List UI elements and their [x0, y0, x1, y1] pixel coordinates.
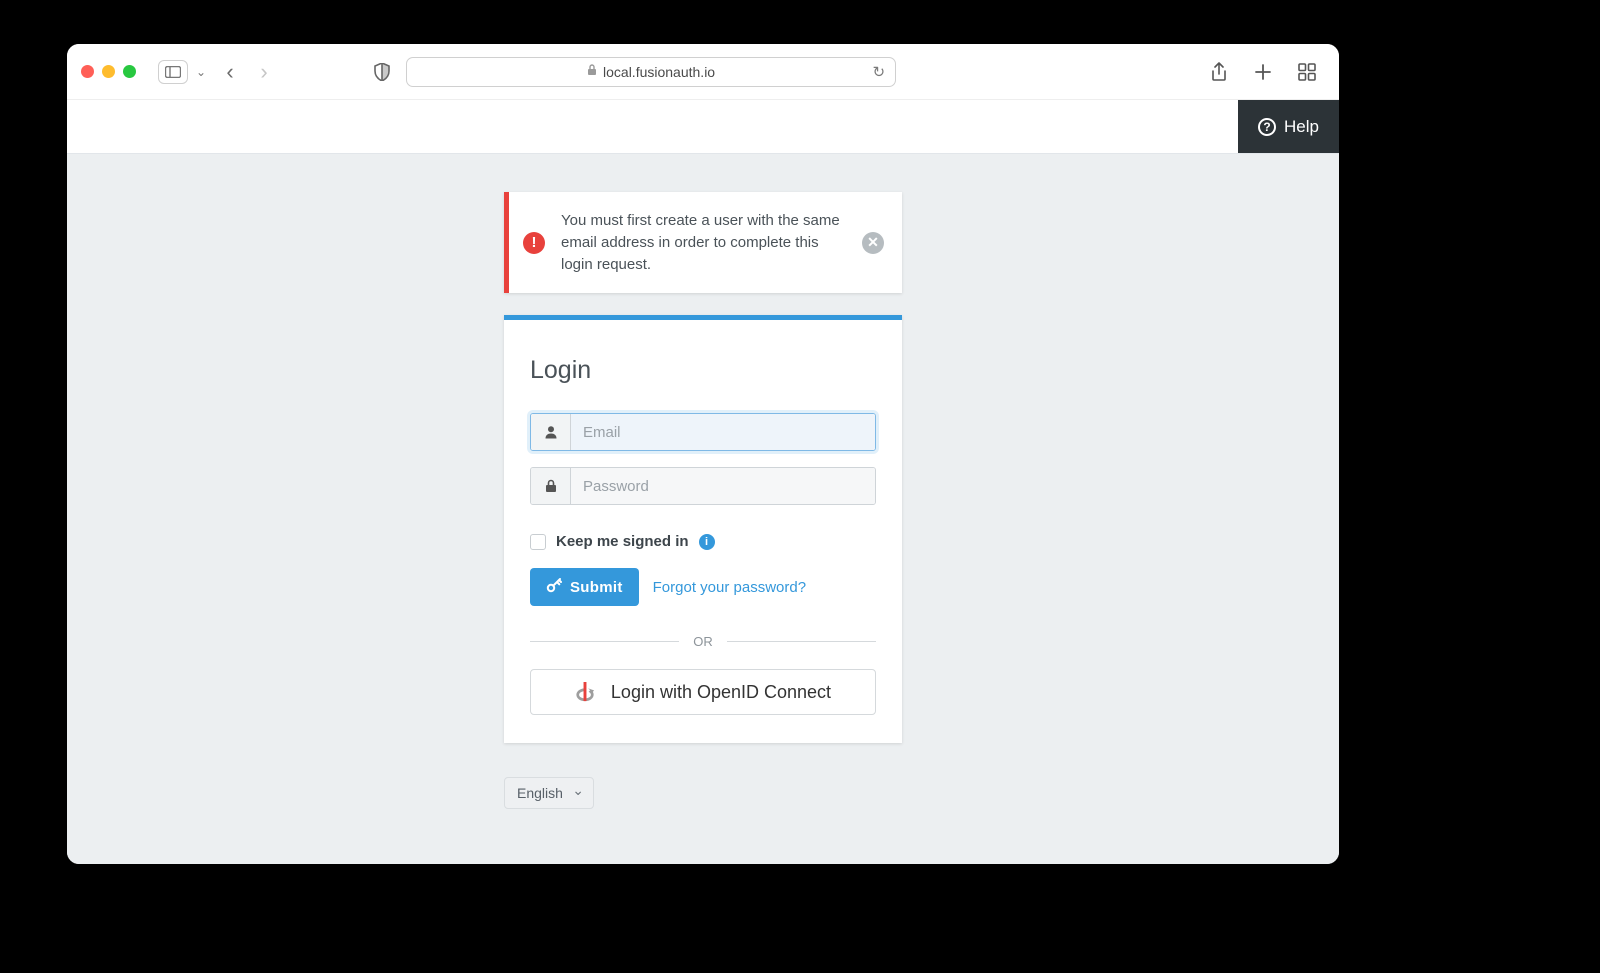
- language-row: English: [504, 777, 902, 809]
- back-button[interactable]: ‹: [216, 58, 244, 86]
- close-window-button[interactable]: [81, 65, 94, 78]
- lock-icon: [587, 64, 597, 79]
- main-content: ! You must first create a user with the …: [67, 154, 1339, 809]
- privacy-shield-icon[interactable]: [368, 58, 396, 86]
- address-text: local.fusionauth.io: [603, 64, 715, 80]
- new-tab-button[interactable]: [1249, 58, 1277, 86]
- login-panel: Login Keep me signed in i: [504, 315, 902, 743]
- user-icon: [531, 414, 571, 450]
- key-icon: [546, 577, 562, 597]
- lock-icon: [531, 468, 571, 504]
- openid-icon: [575, 680, 595, 704]
- email-input[interactable]: [571, 414, 875, 450]
- maximize-window-button[interactable]: [123, 65, 136, 78]
- tab-group-dropdown[interactable]: ⌄: [196, 65, 206, 79]
- password-field-row: [530, 467, 876, 505]
- email-field-row: [530, 413, 876, 451]
- oidc-label: Login with OpenID Connect: [611, 682, 831, 703]
- password-input[interactable]: [571, 468, 875, 504]
- browser-window: ⌄ ‹ › local.fusionauth.io ↻: [67, 44, 1339, 864]
- forward-button[interactable]: ›: [250, 58, 278, 86]
- keep-signed-checkbox[interactable]: [530, 534, 546, 550]
- keep-signed-row: Keep me signed in i: [530, 533, 876, 550]
- divider-label: OR: [693, 634, 713, 649]
- alert-close-button[interactable]: ✕: [862, 232, 884, 254]
- login-actions: Submit Forgot your password?: [530, 568, 876, 606]
- info-icon[interactable]: i: [699, 534, 715, 550]
- alert-icon: !: [523, 232, 545, 254]
- language-select[interactable]: English: [504, 777, 594, 809]
- share-button[interactable]: [1205, 58, 1233, 86]
- help-icon: ?: [1258, 118, 1276, 136]
- reload-button[interactable]: ↻: [872, 63, 885, 81]
- sidebar-toggle-button[interactable]: [158, 60, 188, 84]
- error-alert: ! You must first create a user with the …: [504, 192, 902, 293]
- browser-toolbar: ⌄ ‹ › local.fusionauth.io ↻: [67, 44, 1339, 100]
- submit-button[interactable]: Submit: [530, 568, 639, 606]
- help-label: Help: [1284, 117, 1319, 137]
- forgot-password-link[interactable]: Forgot your password?: [653, 579, 806, 596]
- submit-label: Submit: [570, 579, 623, 596]
- or-divider: OR: [530, 634, 876, 649]
- tab-overview-button[interactable]: [1293, 58, 1321, 86]
- minimize-window-button[interactable]: [102, 65, 115, 78]
- address-bar[interactable]: local.fusionauth.io ↻: [406, 57, 896, 87]
- app-topbar: ? Help: [67, 100, 1339, 154]
- page-viewport: ? Help ! You must first create a user wi…: [67, 100, 1339, 864]
- window-controls: [81, 65, 136, 78]
- keep-signed-label: Keep me signed in: [556, 533, 689, 550]
- help-button[interactable]: ? Help: [1238, 100, 1339, 153]
- login-heading: Login: [530, 356, 876, 385]
- oidc-login-button[interactable]: Login with OpenID Connect: [530, 669, 876, 715]
- alert-message: You must first create a user with the sa…: [561, 210, 846, 275]
